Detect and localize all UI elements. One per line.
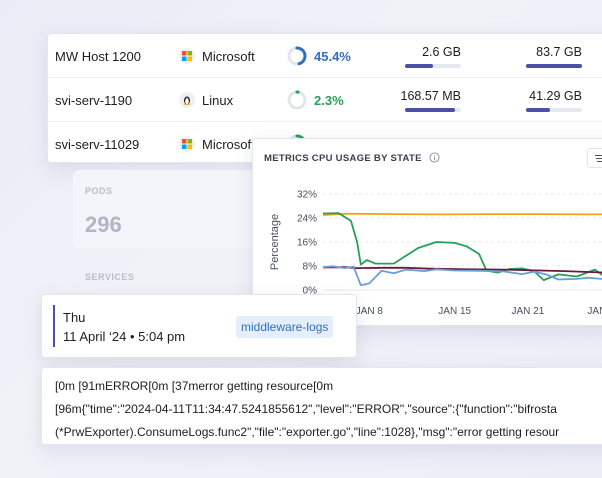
memory-bar-fill bbox=[405, 63, 433, 68]
services-label: SERVICES bbox=[85, 272, 135, 282]
memory-total-bar bbox=[526, 63, 582, 68]
memory-bar-fill bbox=[526, 107, 550, 112]
pods-card: PODS 296 bbox=[73, 170, 263, 248]
memory-total-value: 41.29 GB bbox=[529, 88, 582, 103]
pods-label: PODS bbox=[85, 186, 113, 196]
memory-total-value: 83.7 GB bbox=[536, 44, 582, 59]
y-tick-label: 32% bbox=[297, 190, 317, 201]
menu-icon bbox=[595, 155, 602, 162]
cpu-cell: 2.3% bbox=[286, 78, 344, 122]
memory-total-bar bbox=[526, 107, 582, 112]
log-date: 11 April ‘24 • 5:04 pm bbox=[63, 329, 186, 344]
os-name: Microsoft bbox=[202, 48, 255, 64]
y-axis-label: Percentage bbox=[269, 214, 281, 270]
log-message-card: [0m [91mERROR[0m [37merror getting resou… bbox=[41, 367, 602, 445]
os-name: Linux bbox=[202, 92, 234, 108]
memory-used-value: 2.6 GB bbox=[422, 44, 461, 59]
log-line: (*PrwExporter).ConsumeLogs.func2","file"… bbox=[55, 425, 560, 439]
host-name: svi-serv-11029 bbox=[55, 136, 140, 152]
log-day: Thu bbox=[63, 310, 86, 325]
cpu-ring-icon bbox=[287, 46, 307, 66]
windows-icon bbox=[179, 136, 195, 152]
cpu-ring-icon bbox=[287, 90, 307, 110]
memory-used-value: 168.57 MB bbox=[400, 88, 461, 103]
windows-icon bbox=[179, 48, 195, 64]
cpu-value: 2.3% bbox=[314, 92, 344, 108]
os-cell: Microsoft bbox=[179, 122, 255, 162]
linux-icon bbox=[179, 92, 195, 108]
y-tick-label: 24% bbox=[297, 214, 317, 225]
host-name: svi-serv-1190 bbox=[55, 92, 133, 108]
memory-total-cell: 83.7 GB bbox=[502, 34, 582, 78]
memory-bar-fill bbox=[526, 63, 582, 68]
host-name: MW Host 1200 bbox=[55, 48, 141, 64]
table-row[interactable]: svi-serv-1190 Linux 2.3% 168.57 MB 41.29… bbox=[48, 78, 602, 122]
chart-title: METRICS CPU USAGE BY STATE bbox=[264, 153, 422, 164]
x-tick-label: JAN 2 bbox=[587, 306, 602, 317]
memory-used-bar bbox=[405, 107, 461, 112]
info-icon[interactable] bbox=[429, 152, 440, 163]
log-source-tag[interactable]: middleware-logs bbox=[236, 316, 334, 338]
log-timestamp-card: Thu 11 April ‘24 • 5:04 pm middleware-lo… bbox=[41, 294, 357, 358]
chart-menu-button[interactable] bbox=[587, 148, 602, 168]
x-tick-label: JAN 15 bbox=[438, 306, 471, 317]
memory-used-cell: 168.57 MB bbox=[381, 78, 461, 122]
table-row[interactable]: MW Host 1200 Microsoft 45.4% 2.6 GB 83.7… bbox=[48, 34, 602, 78]
memory-used-cell: 2.6 GB bbox=[381, 34, 461, 78]
log-line: [96m{"time":"2024-04-11T11:34:47.5241855… bbox=[55, 402, 557, 416]
memory-bar-fill bbox=[405, 107, 456, 112]
memory-total-cell: 41.29 GB bbox=[502, 78, 582, 122]
os-cell: Microsoft bbox=[179, 34, 255, 78]
cpu-value: 45.4% bbox=[314, 48, 351, 64]
series-line bbox=[322, 212, 602, 216]
log-line: [0m [91mERROR[0m [37merror getting resou… bbox=[55, 379, 334, 393]
y-tick-label: 8% bbox=[303, 262, 318, 273]
memory-used-bar bbox=[405, 63, 461, 68]
os-name: Microsoft bbox=[202, 136, 255, 152]
x-tick-label: JAN 21 bbox=[511, 306, 544, 317]
x-tick-label: JAN 8 bbox=[356, 306, 384, 317]
y-tick-label: 16% bbox=[297, 238, 317, 249]
pods-value: 296 bbox=[85, 212, 122, 237]
accent-bar bbox=[53, 305, 55, 347]
os-cell: Linux bbox=[179, 78, 233, 122]
cpu-cell: 45.4% bbox=[286, 34, 351, 78]
